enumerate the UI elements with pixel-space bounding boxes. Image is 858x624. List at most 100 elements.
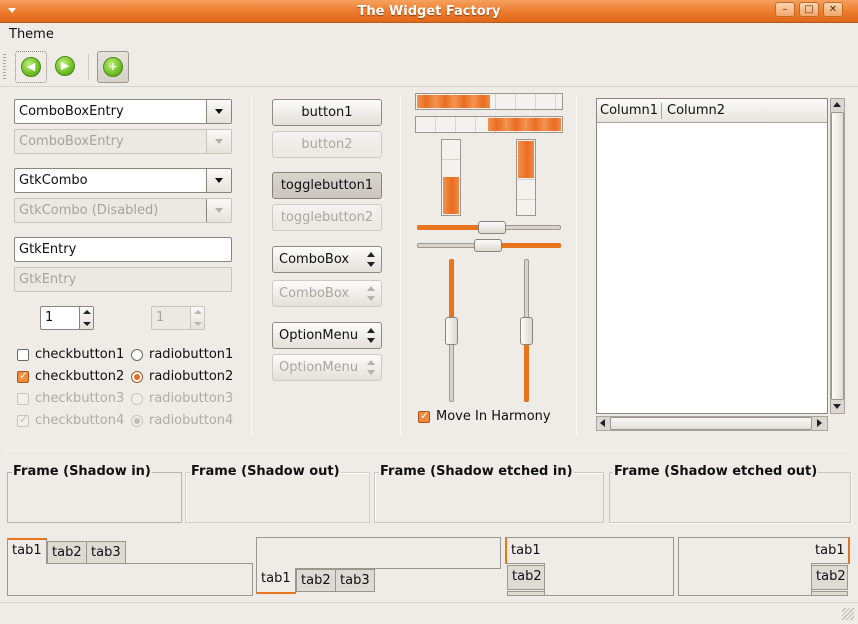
progress-bar-horizontal-1	[415, 93, 563, 110]
updown-arrows-icon	[367, 251, 375, 268]
horizontal-scroll-thumb[interactable]	[610, 417, 812, 430]
option-menu-label: OptionMenu	[279, 328, 359, 343]
option-menu-disabled-label: OptionMenu	[279, 360, 359, 375]
checkbutton4-box	[17, 413, 29, 427]
radiobutton1-label[interactable]: radiobutton1	[149, 347, 233, 363]
column-separator	[400, 96, 401, 436]
move-in-harmony-label[interactable]: Move In Harmony	[436, 409, 551, 425]
combobox-entry[interactable]: ComboBoxEntry	[14, 99, 232, 124]
column1-header[interactable]: Column1	[600, 99, 658, 122]
progress-bar-vertical-1	[441, 139, 461, 216]
hscale-2-handle[interactable]	[474, 239, 502, 252]
spin-disabled-value: 1	[156, 310, 165, 325]
togglebutton2: togglebutton2	[272, 204, 382, 231]
chevron-down-icon	[206, 130, 231, 153]
tab-2[interactable]: tab2	[811, 565, 848, 590]
gtk-combo-disabled-text: GtkCombo (Disabled)	[19, 203, 159, 218]
column2-header[interactable]: Column2	[667, 99, 725, 122]
chevron-down-icon	[206, 199, 231, 222]
checkbutton2-label[interactable]: checkbutton2	[35, 369, 124, 385]
notebook-tabs-right	[678, 537, 812, 596]
checkbutton4-label: checkbutton4	[35, 413, 125, 428]
frame-shadow-out-label: Frame (Shadow out)	[190, 464, 341, 480]
back-button[interactable]: ◀	[15, 51, 47, 83]
togglebutton1[interactable]: togglebutton1	[272, 172, 382, 199]
radiobutton2-circle[interactable]	[131, 371, 143, 383]
go-back-icon: ◀	[21, 57, 41, 77]
scroll-right-icon[interactable]	[817, 419, 822, 427]
radiobutton4-circle	[131, 415, 143, 427]
tree-header: Column1 Column2	[597, 99, 827, 123]
radiobutton1-circle[interactable]	[131, 349, 143, 361]
add-button[interactable]: +	[97, 51, 129, 83]
tab-1[interactable]: tab1	[256, 568, 296, 594]
vscale-2-handle[interactable]	[520, 317, 533, 345]
tab-1[interactable]: tab1	[811, 537, 850, 564]
tab-2[interactable]: tab2	[47, 541, 87, 564]
chevron-down-icon[interactable]	[206, 169, 231, 192]
option-menu[interactable]: OptionMenu	[272, 322, 382, 349]
vertical-scroll-thumb[interactable]	[831, 112, 844, 400]
checkbutton1-label[interactable]: checkbutton1	[35, 347, 124, 363]
notebook-tabs-left	[544, 537, 674, 596]
gtk-entry-text: GtkEntry	[19, 242, 77, 257]
toolbar-separator	[88, 54, 89, 80]
gtk-combo[interactable]: GtkCombo	[14, 168, 232, 193]
forward-button[interactable]: ▶	[50, 51, 82, 83]
move-in-harmony-box[interactable]	[418, 409, 430, 423]
toolbar-handle[interactable]	[3, 54, 6, 80]
progress-bar-vertical-2	[516, 139, 536, 216]
maximize-icon[interactable]: □	[799, 2, 819, 17]
hscale-1-fill	[417, 225, 481, 230]
column-divider	[661, 103, 662, 119]
progress-fill	[488, 118, 561, 131]
gtk-entry[interactable]: GtkEntry	[14, 237, 232, 262]
option-menu-disabled: OptionMenu	[272, 354, 382, 381]
tab-3[interactable]: tab3	[335, 569, 375, 592]
checkbutton2-box[interactable]	[17, 369, 29, 383]
tab-3[interactable]	[507, 591, 545, 596]
scroll-up-icon[interactable]	[833, 102, 841, 107]
close-icon[interactable]: ✕	[823, 2, 843, 17]
checkbutton1-box[interactable]	[17, 349, 29, 361]
minimize-icon[interactable]: –	[775, 2, 795, 17]
horizontal-separator	[6, 450, 851, 451]
hscale-2-fill	[496, 243, 561, 248]
scroll-down-icon[interactable]	[833, 404, 841, 409]
spin-button[interactable]: 1	[40, 306, 94, 330]
radiobutton3-label: radiobutton3	[149, 391, 234, 406]
tree-view[interactable]: Column1 Column2	[596, 98, 828, 414]
tab-1[interactable]: tab1	[7, 538, 47, 564]
vscale-2-fill	[524, 344, 529, 402]
vscale-1-handle[interactable]	[445, 317, 458, 345]
spin-arrows-icon[interactable]	[79, 307, 93, 329]
progress-bar-horizontal-2	[415, 116, 563, 133]
tab-2[interactable]: tab2	[296, 569, 336, 592]
tab-3[interactable]: tab3	[86, 541, 126, 564]
gtk-entry-disabled: GtkEntry	[14, 267, 232, 292]
scroll-left-icon[interactable]	[600, 419, 605, 427]
hscale-1-handle[interactable]	[478, 221, 506, 234]
menu-theme[interactable]: Theme	[9, 27, 54, 43]
combobox-label: ComboBox	[279, 252, 350, 267]
window-title: The Widget Factory	[357, 4, 501, 19]
resize-grip-icon[interactable]	[842, 608, 854, 620]
updown-arrows-icon	[367, 285, 375, 302]
column-separator	[576, 96, 577, 436]
chevron-down-icon[interactable]	[206, 100, 231, 123]
combobox[interactable]: ComboBox	[272, 246, 382, 273]
button2: button2	[272, 131, 382, 158]
frame-shadow-etched-out-label: Frame (Shadow etched out)	[613, 464, 819, 480]
tab-3[interactable]	[811, 591, 848, 596]
button1[interactable]: button1	[272, 99, 382, 126]
radiobutton2-label[interactable]: radiobutton2	[149, 369, 233, 385]
gtk-combo-text: GtkCombo	[19, 173, 88, 188]
checkbutton3-box	[17, 393, 29, 405]
tab-2[interactable]: tab2	[507, 565, 545, 590]
frame-shadow-etched-in-label: Frame (Shadow etched in)	[379, 464, 574, 480]
combobox-entry-disabled-text: ComboBoxEntry	[19, 134, 124, 149]
tab-1[interactable]: tab1	[505, 537, 545, 564]
menu-bar	[0, 24, 858, 46]
spin-arrows-icon	[190, 307, 204, 329]
progress-fill	[518, 141, 534, 178]
